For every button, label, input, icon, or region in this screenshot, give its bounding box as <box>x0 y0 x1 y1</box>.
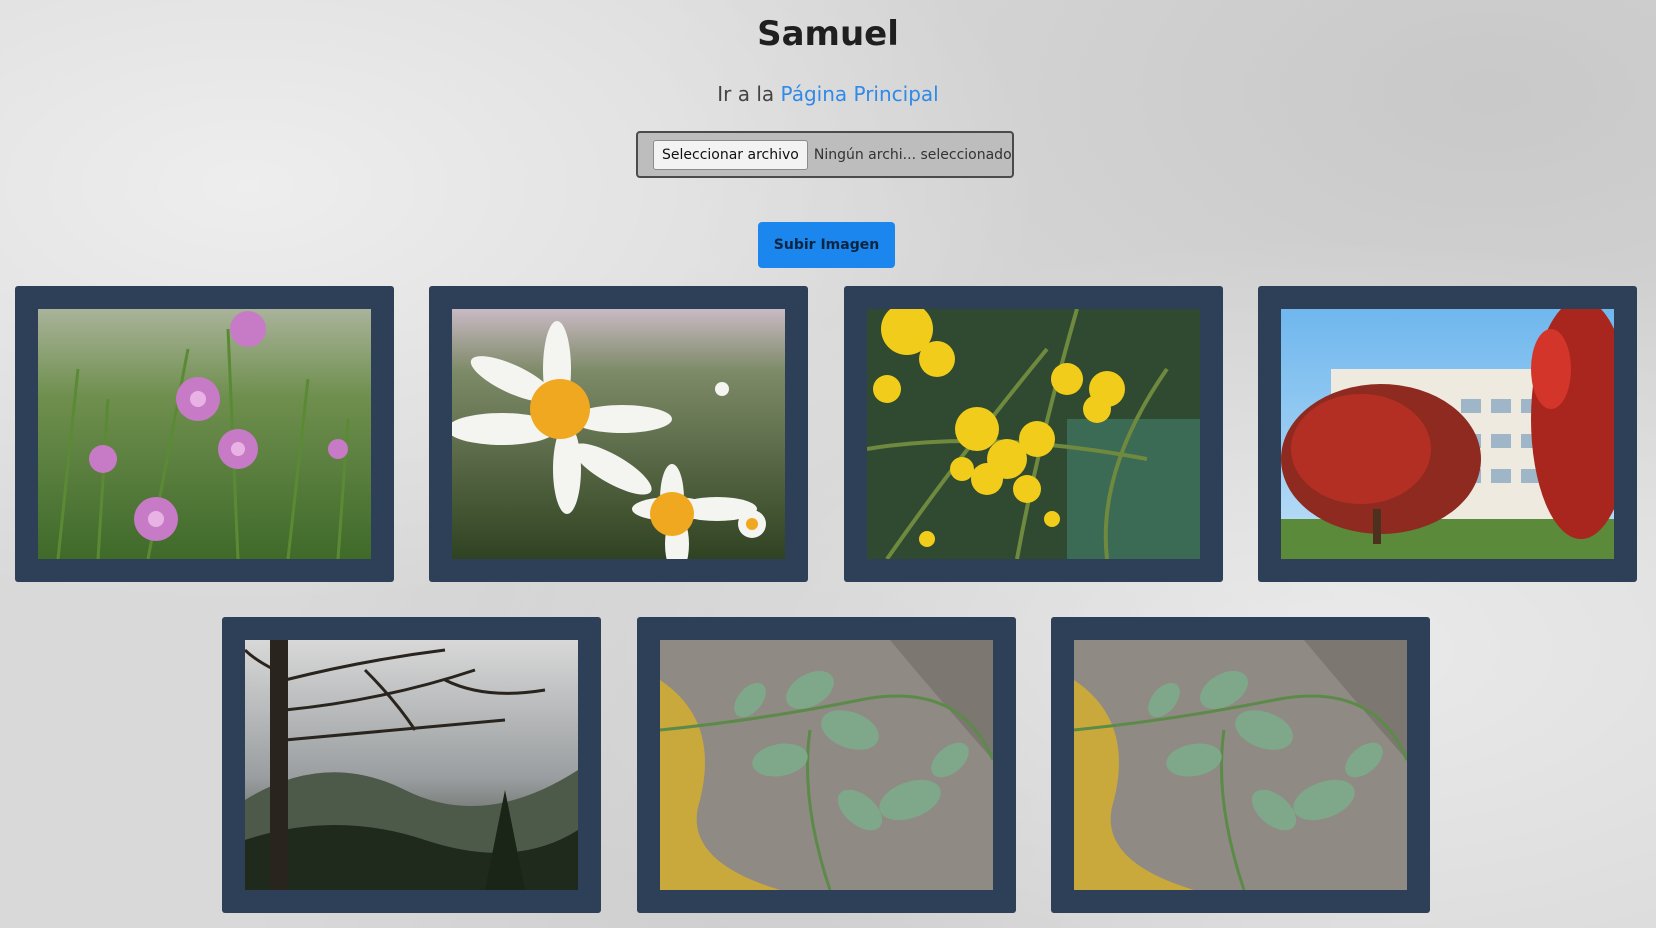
gallery-card[interactable] <box>1258 286 1637 582</box>
gallery-image[interactable] <box>660 640 993 890</box>
gallery-card[interactable] <box>844 286 1223 582</box>
choose-file-button[interactable]: Seleccionar archivo <box>653 139 808 170</box>
gallery-card[interactable] <box>429 286 808 582</box>
gallery-card[interactable] <box>15 286 394 582</box>
gallery-image[interactable] <box>38 309 371 559</box>
upload-button[interactable]: Subir Imagen <box>758 222 895 268</box>
home-nav: Ir a la Página Principal <box>0 82 1656 106</box>
file-name-text: Ningún archi... seleccionado <box>813 146 1012 163</box>
gallery-image[interactable] <box>1281 309 1614 559</box>
page-title: Samuel <box>757 14 899 54</box>
gallery-image[interactable] <box>867 309 1200 559</box>
gallery-card[interactable] <box>1051 617 1430 913</box>
file-input[interactable]: Seleccionar archivo Ningún archi... sele… <box>636 131 1014 178</box>
gallery-image[interactable] <box>245 640 578 890</box>
home-link[interactable]: Página Principal <box>781 82 939 106</box>
gallery-card[interactable] <box>222 617 601 913</box>
gallery-image[interactable] <box>1074 640 1407 890</box>
home-nav-prefix: Ir a la <box>717 82 781 106</box>
gallery-card[interactable] <box>637 617 1016 913</box>
gallery-image[interactable] <box>452 309 785 559</box>
